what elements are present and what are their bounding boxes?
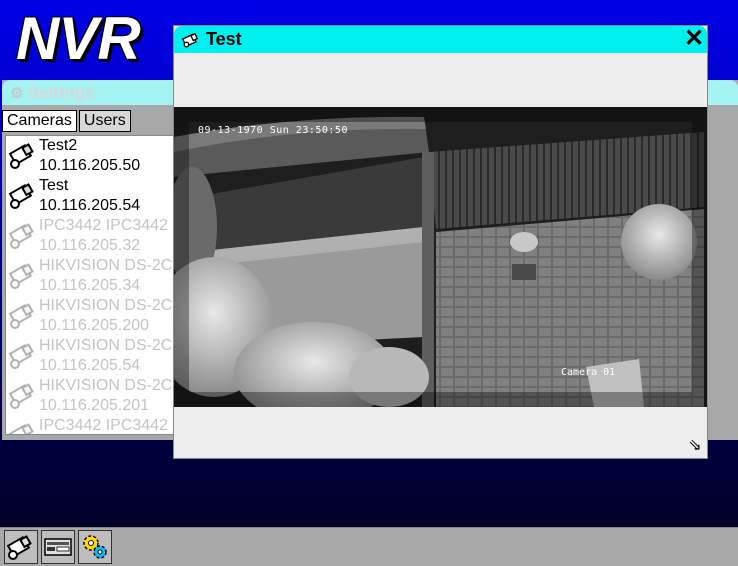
camera-name: Test2 xyxy=(39,137,78,154)
settings-tabs: Cameras Users xyxy=(2,110,133,132)
camera-name: IPC3442 IPC3442 xyxy=(39,417,168,434)
tab-users[interactable]: Users xyxy=(78,110,131,132)
video-frame xyxy=(174,107,707,407)
camera-list-item[interactable]: IPC3442 IPC3442 10.116.205.32 xyxy=(6,216,184,256)
camera-list-item[interactable]: Test2 10.116.205.50 xyxy=(6,136,184,176)
camera-name: HIKVISION DS-2CD xyxy=(39,377,184,394)
camera-name: IPC3442 IPC3442 xyxy=(39,217,168,234)
camera-ip: 10.116.205.34 xyxy=(39,277,141,294)
camera-name: Test xyxy=(39,177,69,194)
camera-ip: 10.116.205.32 xyxy=(39,237,141,254)
camera-ip: 10.116.205.200 xyxy=(39,317,150,334)
camera-list-item[interactable]: HIKVISION DS-2CD 10.116.205.34 xyxy=(6,256,184,296)
settings-title: Settings xyxy=(27,82,95,102)
camera-icon xyxy=(8,383,34,409)
camera-name: HIKVISION DS-2CD xyxy=(39,257,184,274)
camera-name: HIKVISION DS-2CD xyxy=(39,297,184,314)
taskbar-cameras-button[interactable] xyxy=(4,530,38,564)
camera-window-titlebar[interactable]: Test xyxy=(174,26,707,53)
taskbar-recorder-button[interactable] xyxy=(41,530,75,564)
camera-list-item[interactable]: HIKVISION DS-2CD 10.116.205.200 xyxy=(6,296,184,336)
camera-ip: 10.116.205.54 xyxy=(39,357,141,374)
camera-ip: 10.116.205.54 xyxy=(39,197,141,214)
camera-view-window: Test ✕ 09-13-1970 Sun 23:50:50 Camera 01… xyxy=(173,25,708,459)
osd-camera-label: Camera 01 xyxy=(561,367,616,378)
camera-list-item[interactable]: HIKVISION DS-2CD 10.116.205.54 xyxy=(6,336,184,376)
camera-icon xyxy=(8,423,34,434)
camera-list-item[interactable]: IPC3442 IPC3442 xyxy=(6,416,184,434)
camera-icon xyxy=(8,183,34,209)
camera-icon xyxy=(8,343,34,369)
close-button[interactable]: ✕ xyxy=(683,27,705,51)
camera-name: HIKVISION DS-2CD xyxy=(39,337,184,354)
camera-icon xyxy=(8,223,34,249)
camera-icon xyxy=(182,32,199,47)
resize-handle-icon[interactable]: ⇘ xyxy=(686,437,704,455)
taskbar xyxy=(0,527,738,566)
settings-gear-icon: ⚙ xyxy=(10,84,24,102)
camera-list: Test2 10.116.205.50 Test 10.116.205.54 IPC34… xyxy=(5,135,185,435)
camera-video-feed[interactable]: 09-13-1970 Sun 23:50:50 Camera 01 xyxy=(174,107,707,407)
settings-gear-icon xyxy=(83,535,107,559)
tab-cameras[interactable]: Cameras xyxy=(2,110,77,132)
app-title: NVR xyxy=(16,5,141,72)
camera-ip: 10.116.205.201 xyxy=(39,397,150,414)
taskbar-settings-button[interactable] xyxy=(78,530,112,564)
recorder-icon xyxy=(44,538,72,556)
camera-icon xyxy=(8,143,34,169)
camera-window-title: Test xyxy=(206,29,242,49)
camera-icon xyxy=(8,303,34,329)
camera-icon xyxy=(6,535,32,560)
camera-list-item[interactable]: HIKVISION DS-2CD 10.116.205.201 xyxy=(6,376,184,416)
osd-timestamp: 09-13-1970 Sun 23:50:50 xyxy=(198,125,348,136)
camera-ip: 10.116.205.50 xyxy=(39,157,141,174)
camera-list-item[interactable]: Test 10.116.205.54 xyxy=(6,176,184,216)
camera-icon xyxy=(8,263,34,289)
